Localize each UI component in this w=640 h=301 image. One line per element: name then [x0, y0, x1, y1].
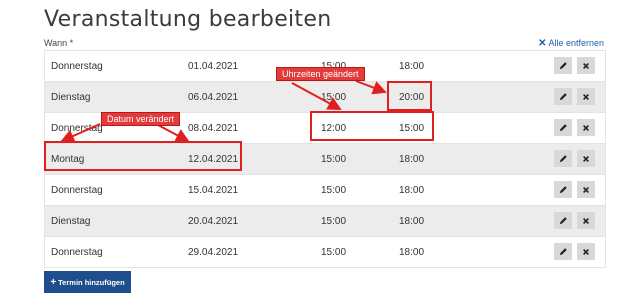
- row-day: Donnerstag: [51, 123, 103, 134]
- row-day: Donnerstag: [51, 61, 103, 72]
- edit-button[interactable]: [554, 150, 572, 167]
- table-row: Donnerstag 29.04.2021 15:00 18:00: [45, 237, 605, 268]
- row-end-time: 18:00: [399, 154, 425, 165]
- row-day: Dienstag: [51, 216, 91, 227]
- edit-button[interactable]: [554, 181, 572, 198]
- close-icon: ✕: [538, 38, 547, 49]
- remove-all-label: Alle entfernen: [548, 38, 604, 48]
- highlight-box-end-time: [387, 81, 432, 111]
- row-date: 01.04.2021: [188, 61, 239, 72]
- delete-button[interactable]: [577, 57, 595, 74]
- row-day: Donnerstag: [51, 185, 103, 196]
- close-icon: [582, 248, 590, 256]
- row-date: 15.04.2021: [188, 185, 239, 196]
- delete-button[interactable]: [577, 181, 595, 198]
- edit-button[interactable]: [554, 212, 572, 229]
- delete-button[interactable]: [577, 119, 595, 136]
- close-icon: [582, 155, 590, 163]
- row-date: 20.04.2021: [188, 216, 239, 227]
- close-icon: [582, 186, 590, 194]
- close-icon: [582, 62, 590, 70]
- callout-date-changed: Datum verändert: [101, 112, 181, 126]
- pencil-icon: [559, 61, 568, 70]
- pencil-icon: [559, 247, 568, 256]
- row-start-time: 15:00: [321, 154, 347, 165]
- delete-button[interactable]: [577, 150, 595, 167]
- add-date-button[interactable]: + Termin hinzufügen: [44, 271, 131, 293]
- delete-button[interactable]: [577, 243, 595, 260]
- edit-button[interactable]: [554, 119, 572, 136]
- table-row: Dienstag 06.04.2021 15:00 20:00: [45, 82, 605, 113]
- row-end-time: 18:00: [399, 185, 425, 196]
- row-date: 08.04.2021: [188, 123, 239, 134]
- row-start-time: 15:00: [321, 185, 347, 196]
- add-date-label: Termin hinzufügen: [58, 277, 125, 287]
- highlight-box-date-row: [44, 141, 242, 171]
- row-day: Donnerstag: [51, 247, 103, 258]
- pencil-icon: [559, 92, 568, 101]
- row-day: Dienstag: [51, 92, 91, 103]
- pencil-icon: [559, 123, 568, 132]
- remove-all-link[interactable]: ✕ Alle entfernen: [538, 38, 604, 49]
- row-date: 29.04.2021: [188, 247, 239, 258]
- delete-button[interactable]: [577, 88, 595, 105]
- row-start-time: 15:00: [321, 92, 347, 103]
- highlight-box-times: [310, 111, 434, 141]
- pencil-icon: [559, 216, 568, 225]
- row-date: 06.04.2021: [188, 92, 239, 103]
- table-row: Donnerstag 15.04.2021 15:00 18:00: [45, 175, 605, 206]
- edit-button[interactable]: [554, 88, 572, 105]
- delete-button[interactable]: [577, 212, 595, 229]
- edit-button[interactable]: [554, 243, 572, 260]
- page-title: Veranstaltung bearbeiten: [44, 7, 332, 32]
- row-end-time: 18:00: [399, 216, 425, 227]
- close-icon: [582, 93, 590, 101]
- close-icon: [582, 217, 590, 225]
- pencil-icon: [559, 154, 568, 163]
- table-row: Dienstag 20.04.2021 15:00 18:00: [45, 206, 605, 237]
- row-end-time: 18:00: [399, 61, 425, 72]
- pencil-icon: [559, 185, 568, 194]
- close-icon: [582, 124, 590, 132]
- row-start-time: 15:00: [321, 216, 347, 227]
- edit-button[interactable]: [554, 57, 572, 74]
- row-end-time: 18:00: [399, 247, 425, 258]
- plus-icon: +: [50, 276, 57, 288]
- callout-times-changed: Uhrzeiten geändert: [276, 67, 365, 81]
- when-label: Wann *: [44, 38, 74, 48]
- row-start-time: 15:00: [321, 247, 347, 258]
